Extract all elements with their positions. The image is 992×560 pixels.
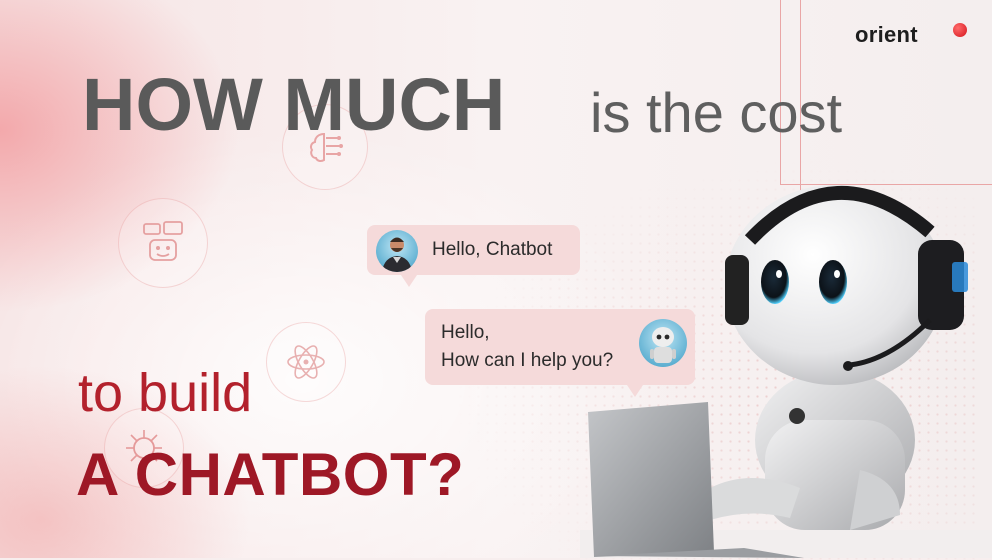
headline-a-chatbot: A CHATBOT? — [76, 441, 465, 508]
robot-with-laptop-illustration — [580, 185, 992, 558]
chatbot-face-icon-circle — [118, 198, 208, 288]
user-chat-bubble: Hello, Chatbot — [367, 225, 580, 287]
brand-logo-dot — [953, 23, 967, 37]
brand-logo: orient — [855, 22, 918, 47]
atom-icon — [287, 345, 325, 379]
atom-icon-circle — [266, 322, 346, 402]
headline-is-the-cost: is the cost — [590, 81, 843, 144]
user-bubble-tail — [401, 275, 417, 287]
chatbot-face-icon — [143, 221, 183, 261]
headline-to-build: to build — [78, 363, 253, 423]
bot-message-line1: Hello, — [441, 322, 490, 343]
user-message-text: Hello, Chatbot — [432, 239, 553, 260]
user-avatar — [376, 230, 418, 272]
headline-how-much: HOW MUCH — [82, 63, 506, 146]
